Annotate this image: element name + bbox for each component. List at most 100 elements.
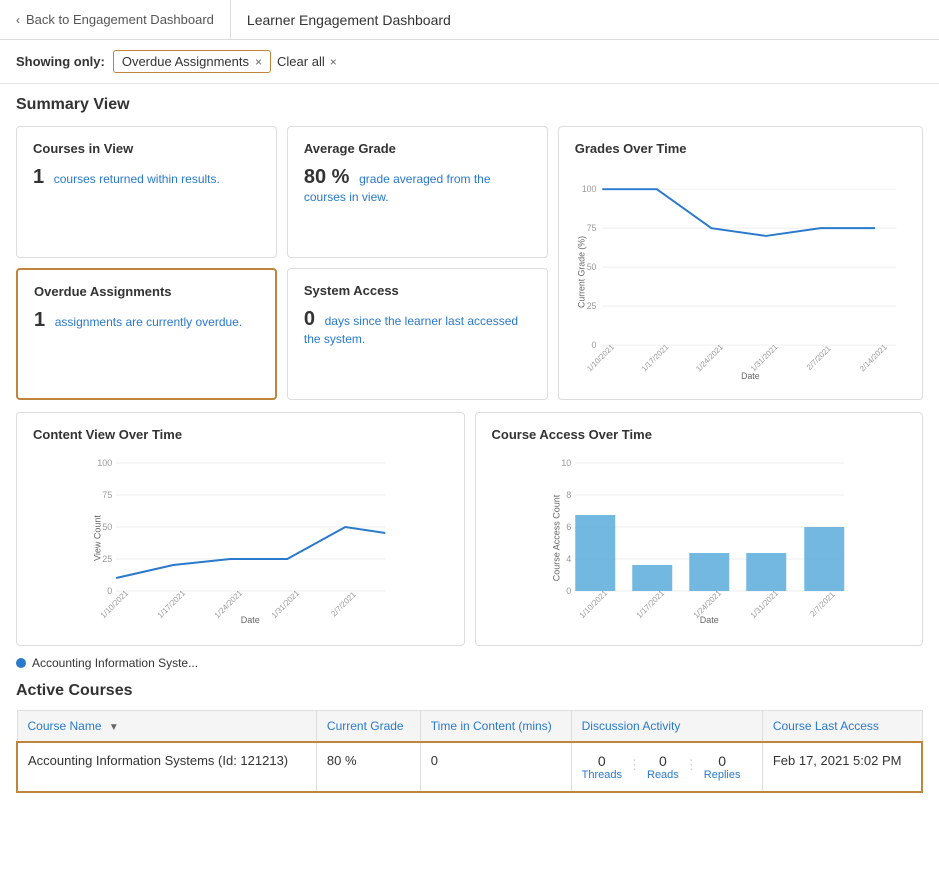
reads-value: 0 [659, 753, 667, 769]
svg-text:100: 100 [582, 184, 597, 194]
svg-text:2/7/2021: 2/7/2021 [329, 590, 358, 619]
legend-dot-icon [16, 658, 26, 668]
svg-text:25: 25 [102, 554, 112, 564]
svg-text:1/31/2021: 1/31/2021 [749, 342, 780, 373]
svg-text:Date: Date [699, 615, 718, 625]
col-course-last-access: Course Last Access [762, 711, 922, 743]
svg-text:6: 6 [566, 522, 571, 532]
cell-last-access: Feb 17, 2021 5:02 PM [762, 742, 922, 792]
clear-all-button[interactable]: Clear all × [277, 54, 337, 69]
svg-text:0: 0 [591, 340, 596, 350]
svg-text:0: 0 [107, 586, 112, 596]
svg-text:Date: Date [741, 371, 760, 381]
back-nav-label: Back to Engagement Dashboard [26, 12, 214, 27]
disc-sep-1: ⋮ [628, 753, 641, 773]
svg-text:8: 8 [566, 490, 571, 500]
clear-all-label: Clear all [277, 54, 325, 69]
table-row: Accounting Information Systems (Id: 1212… [17, 742, 922, 792]
overdue-assignments-filter-tag[interactable]: Overdue Assignments × [113, 50, 271, 73]
cell-current-grade: 80 % [316, 742, 420, 792]
svg-text:2/7/2021: 2/7/2021 [805, 344, 833, 372]
overdue-assignments-value: 1 [34, 309, 45, 331]
page-title: Learner Engagement Dashboard [231, 12, 467, 28]
clear-all-close-icon: × [330, 55, 337, 69]
svg-text:Course Access Count: Course Access Count [551, 494, 561, 581]
courses-in-view-value: 1 [33, 166, 44, 188]
courses-in-view-title: Courses in View [33, 141, 260, 156]
svg-text:75: 75 [586, 223, 596, 233]
overdue-assignments-title: Overdue Assignments [34, 284, 259, 299]
summary-grid: Courses in View 1 courses returned withi… [16, 126, 923, 400]
svg-text:2/14/2021: 2/14/2021 [858, 342, 889, 373]
svg-text:1/24/2021: 1/24/2021 [694, 342, 725, 373]
svg-text:2/7/2021: 2/7/2021 [808, 590, 837, 619]
col-course-name-label: Course Name [28, 719, 102, 733]
course-name-value: Accounting Information Systems (Id: 1212… [28, 753, 288, 768]
content-view-title: Content View Over Time [33, 427, 448, 442]
course-access-card: Course Access Over Time Course Access Co… [475, 412, 924, 646]
content-view-chart: View Count 100 75 50 25 0 1/10/2021 1/17… [33, 448, 448, 628]
svg-text:0: 0 [566, 586, 571, 596]
system-access-desc: days since the learner last accessed the… [304, 314, 518, 346]
svg-text:1/17/2021: 1/17/2021 [634, 588, 666, 620]
svg-text:1/10/2021: 1/10/2021 [585, 342, 616, 373]
system-access-title: System Access [304, 283, 531, 298]
reads-item: 0 Reads [647, 753, 679, 781]
col-time-in-content: Time in Content (mins) [420, 711, 571, 743]
back-chevron-icon: ‹ [16, 13, 20, 27]
svg-text:1/10/2021: 1/10/2021 [99, 588, 131, 620]
svg-text:1/17/2021: 1/17/2021 [156, 588, 188, 620]
col-discussion-activity: Discussion Activity [571, 711, 762, 743]
legend-label: Accounting Information Syste... [32, 656, 198, 670]
courses-table: Course Name ▼ Current Grade Time in Cont… [16, 710, 923, 793]
reads-label: Reads [647, 769, 679, 781]
grades-over-time-card: Grades Over Time Current Grade (%) 100 7… [558, 126, 923, 400]
svg-text:1/31/2021: 1/31/2021 [270, 588, 302, 620]
replies-item: 0 Replies [704, 753, 741, 781]
sort-icon: ▼ [109, 722, 119, 733]
svg-text:25: 25 [586, 301, 596, 311]
grade-value: 80 % [327, 753, 357, 768]
average-grade-card: Average Grade 80 % grade averaged from t… [287, 126, 548, 258]
cell-time-in-content: 0 [420, 742, 571, 792]
svg-text:50: 50 [102, 522, 112, 532]
filter-tag-close-icon[interactable]: × [255, 55, 262, 69]
system-access-card: System Access 0 days since the learner l… [287, 268, 548, 400]
discussion-cell: 0 Threads ⋮ 0 Reads ⋮ 0 Replies [582, 753, 752, 781]
back-nav[interactable]: ‹ Back to Engagement Dashboard [0, 0, 231, 39]
main-content: Summary View Courses in View 1 courses r… [0, 84, 939, 805]
cell-discussion-activity: 0 Threads ⋮ 0 Reads ⋮ 0 Replies [571, 742, 762, 792]
col-course-name[interactable]: Course Name ▼ [17, 711, 316, 743]
time-value: 0 [431, 753, 438, 768]
svg-text:4: 4 [566, 554, 571, 564]
svg-text:1/31/2021: 1/31/2021 [748, 588, 780, 620]
disc-sep-2: ⋮ [685, 753, 698, 773]
threads-label: Threads [582, 769, 622, 781]
overdue-assignments-desc: assignments are currently overdue. [55, 315, 242, 329]
grades-over-time-chart: Current Grade (%) 100 75 50 25 0 1/10/20… [575, 162, 906, 382]
showing-label: Showing only: [16, 54, 105, 69]
svg-text:Current Grade (%): Current Grade (%) [576, 236, 586, 308]
charts-row: Content View Over Time View Count 100 75… [16, 412, 923, 646]
grades-over-time-title: Grades Over Time [575, 141, 906, 156]
svg-text:1/10/2021: 1/10/2021 [577, 588, 609, 620]
svg-text:50: 50 [586, 262, 596, 272]
course-access-title: Course Access Over Time [492, 427, 907, 442]
content-view-card: Content View Over Time View Count 100 75… [16, 412, 465, 646]
svg-text:10: 10 [561, 458, 571, 468]
svg-text:1/17/2021: 1/17/2021 [639, 342, 670, 373]
col-current-grade: Current Grade [316, 711, 420, 743]
replies-value: 0 [718, 753, 726, 769]
active-courses-title: Active Courses [16, 682, 923, 700]
average-grade-title: Average Grade [304, 141, 531, 156]
svg-text:Date: Date [241, 615, 260, 625]
filter-tag-label: Overdue Assignments [122, 54, 249, 69]
threads-item: 0 Threads [582, 753, 622, 781]
courses-in-view-desc: courses returned within results. [54, 172, 220, 186]
summary-view-title: Summary View [16, 96, 923, 114]
last-access-value: Feb 17, 2021 5:02 PM [773, 753, 902, 768]
svg-text:View Count: View Count [92, 515, 102, 561]
system-access-value: 0 [304, 308, 315, 330]
threads-value: 0 [598, 753, 606, 769]
filter-bar: Showing only: Overdue Assignments × Clea… [0, 40, 939, 84]
